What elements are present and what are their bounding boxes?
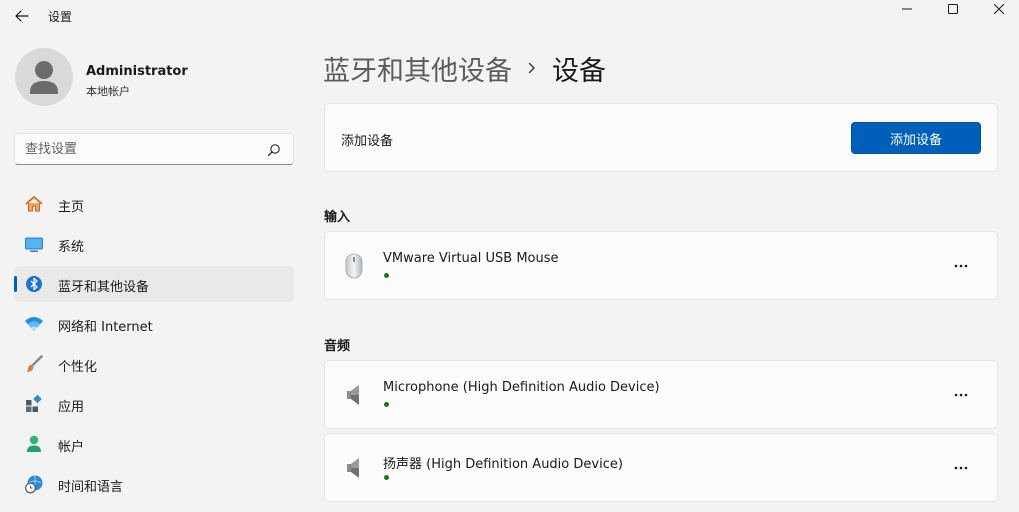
minimize-button[interactable] xyxy=(884,0,930,18)
chevron-right-icon xyxy=(528,62,536,74)
sidebar-item-apps[interactable]: 应用 xyxy=(14,386,294,422)
sidebar-nav: 主页 系统 蓝牙和其他设备 网络和 Internet 个性化 应用 帐户 时间和… xyxy=(14,186,294,506)
page-title: 设备 xyxy=(552,55,606,87)
device-name: 扬声器 (High Definition Audio Device) xyxy=(383,457,623,472)
sidebar-item-label: 主页 xyxy=(58,200,85,215)
apps-icon xyxy=(24,394,44,414)
mouse-icon xyxy=(343,252,365,280)
add-device-label: 添加设备 xyxy=(341,134,394,149)
account-type: 本地帐户 xyxy=(86,85,130,98)
more-icon xyxy=(954,264,968,268)
sidebar-item-personalization[interactable]: 个性化 xyxy=(14,346,294,382)
search-box xyxy=(14,133,294,165)
device-card[interactable]: 扬声器 (High Definition Audio Device) xyxy=(324,433,998,502)
device-name: Microphone (High Definition Audio Device… xyxy=(383,380,660,395)
back-arrow-icon xyxy=(15,10,29,22)
speaker-icon xyxy=(343,454,365,482)
search-input[interactable] xyxy=(25,141,265,157)
user-avatar-icon xyxy=(30,61,58,94)
system-icon xyxy=(24,234,44,254)
more-options-button[interactable] xyxy=(945,252,977,280)
more-options-button[interactable] xyxy=(945,454,977,482)
title-bar: 设置 xyxy=(0,0,1019,32)
sidebar-item-label: 蓝牙和其他设备 xyxy=(58,280,150,295)
breadcrumb: 蓝牙和其他设备 设备 xyxy=(323,46,606,90)
speaker-icon xyxy=(343,381,365,409)
section-title-input: 输入 xyxy=(324,210,351,225)
sidebar-item-network[interactable]: 网络和 Internet xyxy=(14,306,294,342)
more-options-button[interactable] xyxy=(945,381,977,409)
sidebar-item-bluetooth[interactable]: 蓝牙和其他设备 xyxy=(14,266,294,302)
connected-status-dot xyxy=(384,475,389,480)
close-icon xyxy=(994,4,1004,14)
connected-status-dot xyxy=(384,402,389,407)
sidebar-item-label: 应用 xyxy=(58,400,85,415)
add-device-button[interactable]: 添加设备 xyxy=(851,122,981,154)
maximize-button[interactable] xyxy=(930,0,976,18)
sidebar-item-system[interactable]: 系统 xyxy=(14,226,294,262)
connected-status-dot xyxy=(384,273,389,278)
device-card[interactable]: Microphone (High Definition Audio Device… xyxy=(324,360,998,429)
app-title: 设置 xyxy=(48,10,73,24)
back-button[interactable] xyxy=(10,4,34,28)
sidebar-item-label: 个性化 xyxy=(58,360,98,375)
brush-icon xyxy=(24,354,44,374)
bluetooth-icon xyxy=(24,274,44,294)
avatar[interactable] xyxy=(15,48,73,106)
sidebar-item-accounts[interactable]: 帐户 xyxy=(14,426,294,462)
sidebar-item-label: 帐户 xyxy=(58,440,85,455)
home-icon xyxy=(24,194,44,214)
more-icon xyxy=(954,466,968,470)
device-card[interactable]: VMware Virtual USB Mouse xyxy=(324,231,998,300)
account-icon xyxy=(24,434,44,454)
minimize-icon xyxy=(902,8,912,10)
user-name: Administrator xyxy=(86,64,188,79)
sidebar-item-label: 系统 xyxy=(58,240,85,255)
breadcrumb-parent[interactable]: 蓝牙和其他设备 xyxy=(323,49,512,88)
device-name: VMware Virtual USB Mouse xyxy=(383,251,559,266)
close-button[interactable] xyxy=(976,0,1019,18)
wifi-icon xyxy=(24,314,44,334)
sidebar-item-time-language[interactable]: 时间和语言 xyxy=(14,466,294,502)
maximize-icon xyxy=(948,4,958,14)
sidebar-item-label: 时间和语言 xyxy=(58,480,124,495)
search-icon[interactable] xyxy=(267,143,281,157)
sidebar-item-label: 网络和 Internet xyxy=(58,320,153,335)
time-language-icon xyxy=(24,474,44,494)
add-device-card: 添加设备 添加设备 xyxy=(324,103,998,172)
sidebar-item-home[interactable]: 主页 xyxy=(14,186,294,222)
more-icon xyxy=(954,393,968,397)
section-title-audio: 音频 xyxy=(324,339,351,354)
